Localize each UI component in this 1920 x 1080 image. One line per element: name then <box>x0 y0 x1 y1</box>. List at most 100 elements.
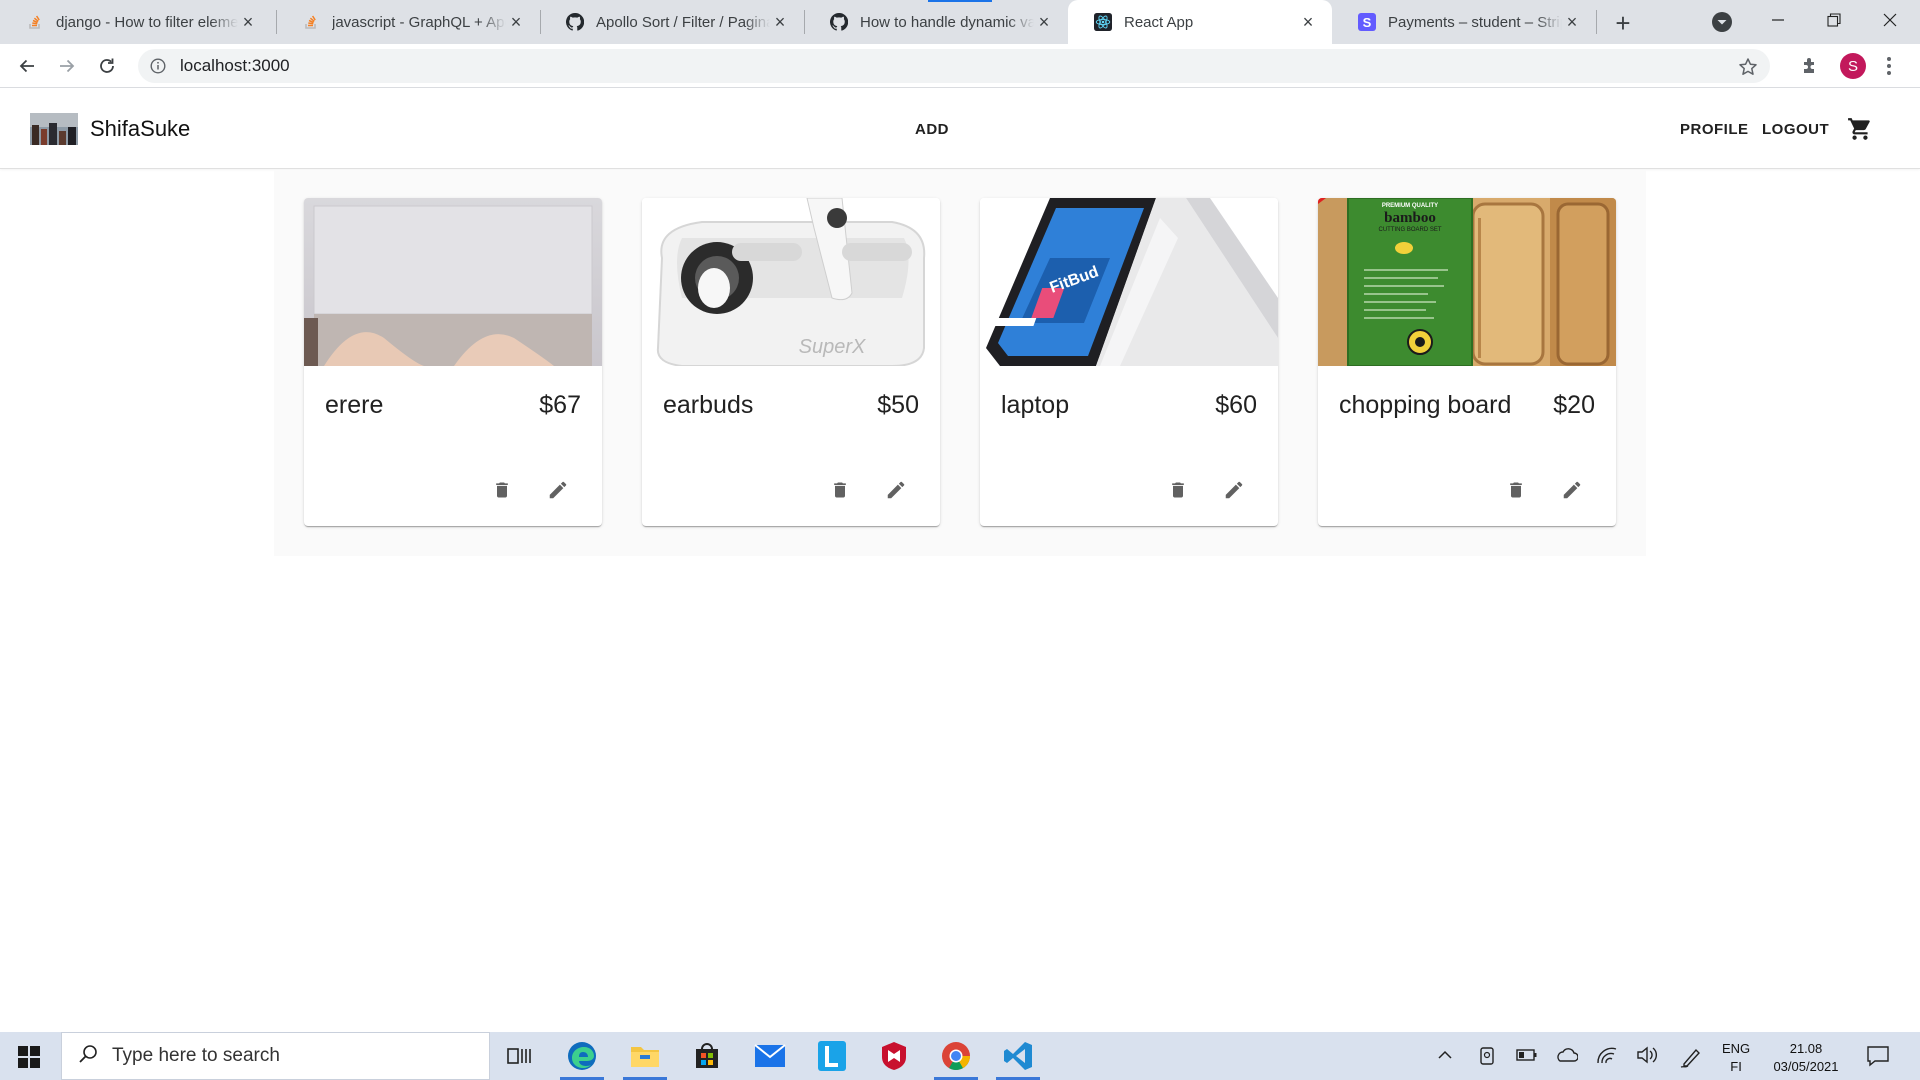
browser-tab-6[interactable]: S Payments – student – Stripe × <box>1332 0 1596 44</box>
windows-taskbar: Type here to search ENG FI 21.08 03/05/2… <box>0 1032 1920 1080</box>
vscode-icon[interactable] <box>990 1032 1046 1080</box>
browser-tab-title: React App <box>1124 13 1194 31</box>
restore-icon[interactable] <box>1806 0 1862 40</box>
language-code: ENG <box>1722 1041 1751 1056</box>
github-icon <box>566 13 584 31</box>
close-icon[interactable]: × <box>1034 12 1054 32</box>
product-name[interactable]: laptop <box>1001 391 1069 420</box>
product-name[interactable]: erere <box>325 391 383 420</box>
bookmark-star-icon[interactable] <box>1738 57 1758 82</box>
product-grid: erere $67 SuperX earbuds $50 FitBud lapt… <box>274 170 1646 556</box>
box-text-premium: PREMIUM QUALITY <box>1382 203 1438 209</box>
url-text[interactable]: localhost:3000 <box>180 56 290 76</box>
add-link[interactable]: ADD <box>915 121 949 138</box>
browser-tab-4[interactable]: How to handle dynamic var × <box>804 0 1068 44</box>
lens-app-icon[interactable] <box>804 1032 860 1080</box>
close-icon[interactable]: × <box>770 12 790 32</box>
reload-icon[interactable] <box>93 52 121 80</box>
clock-time: 21.08 <box>1789 1041 1823 1056</box>
browser-tab-1[interactable]: django - How to filter eleme × <box>0 0 272 44</box>
minimize-icon[interactable] <box>1750 0 1806 40</box>
logout-link[interactable]: LOGOUT <box>1762 121 1829 138</box>
app-header: ShifaSuke ADD PROFILE LOGOUT <box>0 88 1920 169</box>
product-name[interactable]: earbuds <box>663 391 753 420</box>
brand-name[interactable]: ShifaSuke <box>90 116 190 142</box>
clock-date: 03/05/2021 <box>1773 1059 1839 1074</box>
tab-search-icon[interactable] <box>1710 10 1734 34</box>
browser-tab-3[interactable]: Apollo Sort / Filter / Paginat × <box>540 0 804 44</box>
search-icon <box>78 1044 98 1069</box>
product-image[interactable]: FitBud <box>980 198 1278 366</box>
forward-icon[interactable] <box>53 52 81 80</box>
browser-tab-title: javascript - GraphQL + Apol <box>332 13 506 31</box>
notification-icon[interactable] <box>1866 1044 1890 1073</box>
product-price: $67 <box>539 391 581 419</box>
pencil-icon[interactable] <box>542 474 574 506</box>
stripe-icon: S <box>1358 13 1376 31</box>
onedrive-icon[interactable] <box>1554 1046 1579 1069</box>
close-icon[interactable]: × <box>506 12 526 32</box>
info-icon[interactable] <box>150 58 166 74</box>
brand-logo[interactable] <box>30 113 78 145</box>
box-text-bamboo: bamboo <box>1384 210 1436 226</box>
cart-icon[interactable] <box>1847 116 1873 147</box>
trash-icon[interactable] <box>1162 474 1194 506</box>
product-image[interactable] <box>304 198 602 366</box>
pencil-icon[interactable] <box>880 474 912 506</box>
mcafee-icon[interactable] <box>866 1032 922 1080</box>
file-explorer-icon[interactable] <box>617 1032 673 1080</box>
svg-text:S: S <box>1363 15 1372 30</box>
address-bar[interactable]: localhost:3000 <box>138 49 1770 83</box>
product-price: $50 <box>877 391 919 419</box>
input-language[interactable]: ENG FI <box>1722 1040 1750 1076</box>
browser-tab-title: How to handle dynamic var <box>860 13 1034 31</box>
task-view-icon[interactable] <box>491 1032 547 1080</box>
browser-tab-title: Payments – student – Stripe <box>1388 13 1562 31</box>
profile-avatar[interactable]: S <box>1840 53 1866 79</box>
taskbar-search-placeholder: Type here to search <box>112 1045 280 1066</box>
system-clock[interactable]: 21.08 03/05/2021 <box>1766 1040 1846 1076</box>
close-icon[interactable]: × <box>1298 12 1318 32</box>
extensions-puzzle-icon[interactable] <box>1800 56 1820 81</box>
browser-menu-icon[interactable] <box>1886 56 1892 76</box>
box-text-cutting: CUTTING BOARD SET <box>1378 227 1441 233</box>
product-image[interactable]: SuperX <box>642 198 940 366</box>
pencil-icon[interactable] <box>1556 474 1588 506</box>
taskbar-search-box[interactable]: Type here to search <box>61 1032 490 1080</box>
back-icon[interactable] <box>13 52 41 80</box>
product-card: PREMIUM QUALITY bamboo CUTTING BOARD SET… <box>1318 198 1616 526</box>
chrome-icon[interactable] <box>928 1032 984 1080</box>
trash-icon[interactable] <box>824 474 856 506</box>
pen-icon[interactable] <box>1680 1046 1704 1073</box>
browser-toolbar: localhost:3000 S <box>0 44 1920 88</box>
github-icon <box>830 13 848 31</box>
trash-icon[interactable] <box>1500 474 1532 506</box>
product-image[interactable]: PREMIUM QUALITY bamboo CUTTING BOARD SET <box>1318 198 1616 366</box>
window-close-icon[interactable] <box>1862 0 1918 40</box>
trash-icon[interactable] <box>486 474 518 506</box>
windows-start-icon[interactable] <box>18 1046 40 1073</box>
volume-icon[interactable] <box>1636 1046 1658 1069</box>
chevron-up-icon[interactable] <box>1436 1046 1454 1069</box>
pencil-icon[interactable] <box>1218 474 1250 506</box>
browser-tab-title: Apollo Sort / Filter / Paginat <box>596 13 770 31</box>
stackoverflow-icon <box>302 13 320 31</box>
stackoverflow-icon <box>26 13 44 31</box>
meet-now-icon[interactable] <box>1478 1046 1496 1071</box>
keyboard-layout: FI <box>1730 1059 1742 1074</box>
new-tab-button[interactable]: + <box>1608 8 1638 38</box>
product-name[interactable]: chopping board <box>1339 391 1511 420</box>
close-icon[interactable]: × <box>238 12 258 32</box>
browser-tabstrip: django - How to filter eleme × javascrip… <box>0 0 1920 44</box>
browser-tab-title: django - How to filter eleme <box>56 13 238 31</box>
browser-tab-active[interactable]: React App × <box>1068 0 1332 44</box>
product-card: SuperX earbuds $50 <box>642 198 940 526</box>
mail-icon[interactable] <box>742 1032 798 1080</box>
wifi-icon[interactable] <box>1596 1046 1618 1069</box>
store-icon[interactable] <box>679 1032 735 1080</box>
edge-icon[interactable] <box>554 1032 610 1080</box>
close-icon[interactable]: × <box>1562 12 1582 32</box>
profile-link[interactable]: PROFILE <box>1680 121 1749 138</box>
battery-icon[interactable] <box>1516 1046 1538 1069</box>
browser-tab-2[interactable]: javascript - GraphQL + Apol × <box>276 0 540 44</box>
